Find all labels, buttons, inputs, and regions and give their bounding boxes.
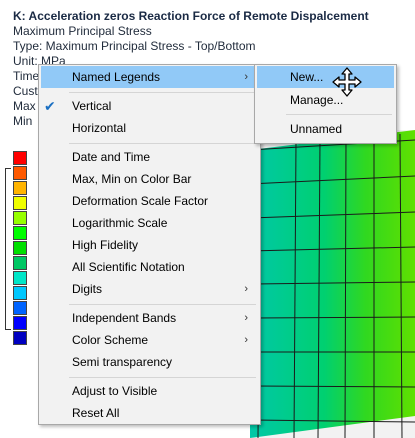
legend-swatch <box>13 166 27 180</box>
menu-separator <box>286 114 392 115</box>
checkmark-icon: ✔ <box>44 98 56 114</box>
color-legend[interactable] <box>13 151 29 346</box>
chevron-right-icon: › <box>244 283 248 295</box>
legend-swatch <box>13 256 27 270</box>
submenu-item-manage[interactable]: Manage... <box>257 89 394 111</box>
submenu-item-unnamed[interactable]: Unnamed <box>257 118 394 140</box>
menu-item-label: Date and Time <box>72 150 151 164</box>
legend-swatch <box>13 241 27 255</box>
menu-item-date-and-time[interactable]: Date and Time <box>41 146 258 168</box>
legend-swatch <box>13 316 27 330</box>
named-legends-submenu: New... Manage... Unnamed <box>254 64 397 144</box>
menu-item-named-legends[interactable]: Named Legends › <box>41 66 258 88</box>
legend-context-menu: Named Legends › ✔ Vertical Horizontal Da… <box>38 64 261 425</box>
menu-item-label: Adjust to Visible <box>72 384 158 398</box>
legend-swatch <box>13 286 27 300</box>
menu-item-label: Unnamed <box>290 122 343 136</box>
menu-item-label: Independent Bands <box>72 311 177 325</box>
menu-item-label: Deformation Scale Factor <box>72 194 209 208</box>
menu-item-label: Logarithmic Scale <box>72 216 168 230</box>
menu-item-color-scheme[interactable]: Color Scheme › <box>41 329 258 351</box>
menu-item-label: High Fidelity <box>72 238 139 252</box>
menu-item-semi-transparency[interactable]: Semi transparency <box>41 351 258 373</box>
menu-item-label: Horizontal <box>72 121 127 135</box>
submenu-item-new[interactable]: New... <box>257 66 394 88</box>
legend-swatch <box>13 181 27 195</box>
result-title: K: Acceleration zeros Reaction Force of … <box>13 9 369 23</box>
menu-item-adjust-to-visible[interactable]: Adjust to Visible <box>41 380 258 402</box>
menu-item-high-fidelity[interactable]: High Fidelity <box>41 234 258 256</box>
legend-swatch <box>13 196 27 210</box>
chevron-right-icon: › <box>244 71 248 83</box>
legend-swatch <box>13 226 27 240</box>
legend-swatch <box>13 211 27 225</box>
menu-item-label: Color Scheme <box>72 333 149 347</box>
model-viewport[interactable] <box>250 130 415 438</box>
menu-separator <box>69 143 256 144</box>
menu-item-label: Max, Min on Color Bar <box>72 172 192 186</box>
move-cursor-icon <box>332 67 362 97</box>
menu-item-independent-bands[interactable]: Independent Bands › <box>41 307 258 329</box>
menu-item-label: Semi transparency <box>72 355 173 369</box>
legend-bracket <box>5 168 11 330</box>
legend-swatch <box>13 271 27 285</box>
legend-swatch <box>13 301 27 315</box>
menu-item-label: Reset All <box>72 406 120 420</box>
menu-item-deformation-scale-factor[interactable]: Deformation Scale Factor <box>41 190 258 212</box>
menu-item-label: Vertical <box>72 99 112 113</box>
menu-item-label: New... <box>290 70 324 84</box>
result-line: Maximum Principal Stress <box>13 24 152 38</box>
menu-item-max-min-on-color-bar[interactable]: Max, Min on Color Bar <box>41 168 258 190</box>
menu-separator <box>69 304 256 305</box>
menu-item-digits[interactable]: Digits › <box>41 278 258 300</box>
menu-item-vertical[interactable]: ✔ Vertical <box>41 95 258 117</box>
legend-swatch <box>13 151 27 165</box>
menu-item-label: Named Legends <box>72 70 161 84</box>
chevron-right-icon: › <box>244 312 248 324</box>
menu-item-label: All Scientific Notation <box>72 260 185 274</box>
menu-separator <box>69 92 256 93</box>
menu-item-horizontal[interactable]: Horizontal <box>41 117 258 139</box>
result-line: Type: Maximum Principal Stress - Top/Bot… <box>13 39 256 53</box>
legend-swatch <box>13 331 27 345</box>
menu-item-logarithmic-scale[interactable]: Logarithmic Scale <box>41 212 258 234</box>
mesh-plot <box>250 130 415 438</box>
menu-separator <box>69 377 256 378</box>
menu-item-label: Digits <box>72 282 103 296</box>
menu-item-all-scientific-notation[interactable]: All Scientific Notation <box>41 256 258 278</box>
chevron-right-icon: › <box>244 334 248 346</box>
menu-item-reset-all[interactable]: Reset All <box>41 402 258 424</box>
